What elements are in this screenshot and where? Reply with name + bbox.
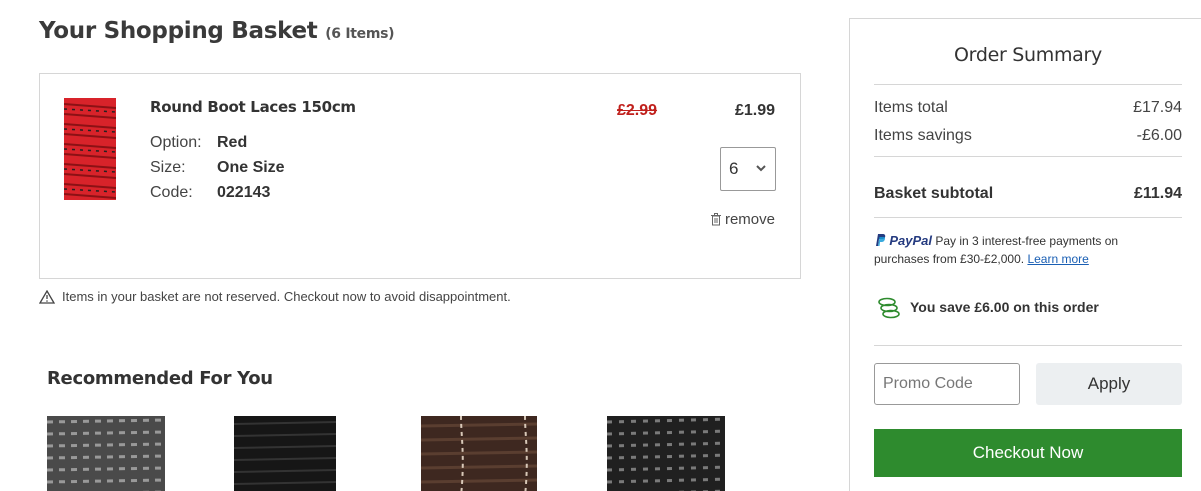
basket-item-card: Round Boot Laces 150cm Option: Red Size:… bbox=[39, 73, 801, 279]
divider bbox=[874, 345, 1182, 346]
paypal-icon bbox=[876, 234, 886, 246]
paypal-logo-text: PayPal bbox=[889, 233, 932, 248]
checkout-now-button[interactable]: Checkout Now bbox=[874, 429, 1182, 477]
attr-size: Size: One Size bbox=[150, 155, 285, 180]
sale-price: £1.99 bbox=[734, 102, 775, 119]
order-summary-title: Order Summary bbox=[954, 44, 1102, 66]
remove-button[interactable]: remove bbox=[710, 211, 775, 228]
reservation-notice: Items in your basket are not reserved. C… bbox=[39, 289, 511, 304]
basket-subtotal-row: Basket subtotal £11.94 bbox=[874, 185, 1182, 203]
divider bbox=[874, 84, 1182, 85]
lace-brown-image bbox=[421, 416, 538, 491]
product-name[interactable]: Round Boot Laces 150cm bbox=[150, 98, 356, 116]
coins-icon bbox=[878, 297, 900, 319]
items-total-label: Items total bbox=[874, 99, 948, 116]
attr-label: Code: bbox=[150, 184, 193, 201]
product-attributes: Option: Red Size: One Size Code: 022143 bbox=[150, 130, 285, 205]
recommended-item-lace-black-grey[interactable] bbox=[607, 416, 725, 491]
lace-black-grey-image bbox=[607, 416, 725, 491]
attr-label: Option: bbox=[150, 134, 202, 151]
paypal-learn-more-link[interactable]: Learn more bbox=[1027, 252, 1088, 266]
quantity-select[interactable]: 6 bbox=[720, 147, 776, 191]
basket-subtotal-value: £11.94 bbox=[1133, 185, 1182, 202]
basket-title: Your Shopping Basket (6 Items) bbox=[39, 18, 395, 44]
recommended-item-lace-brown[interactable] bbox=[421, 416, 539, 491]
attr-value: One Size bbox=[217, 159, 285, 176]
items-savings-row: Items savings -£6.00 bbox=[874, 127, 1182, 145]
attr-label: Size: bbox=[150, 159, 186, 176]
promo-code-input[interactable] bbox=[874, 363, 1020, 405]
items-total-value: £17.94 bbox=[1133, 99, 1182, 116]
attr-value: 022143 bbox=[217, 184, 271, 201]
items-total-row: Items total £17.94 bbox=[874, 99, 1182, 117]
basket-item-count: (6 Items) bbox=[325, 26, 395, 42]
lace-grey-image bbox=[47, 416, 165, 491]
remove-label: remove bbox=[724, 211, 775, 228]
savings-message: You save £6.00 on this order bbox=[876, 295, 1099, 319]
chevron-down-icon bbox=[756, 165, 766, 172]
recommended-item-lace-black[interactable] bbox=[234, 416, 352, 491]
savings-text: You save £6.00 on this order bbox=[910, 299, 1099, 315]
divider bbox=[874, 156, 1182, 157]
recommended-item-lace-grey[interactable] bbox=[47, 416, 165, 491]
basket-subtotal-label: Basket subtotal bbox=[874, 185, 994, 202]
warning-icon bbox=[39, 289, 55, 304]
notice-text: Items in your basket are not reserved. C… bbox=[62, 289, 511, 304]
recommended-title: Recommended For You bbox=[47, 368, 273, 389]
lace-black-image bbox=[234, 416, 337, 491]
product-image[interactable] bbox=[64, 98, 116, 200]
apply-promo-button[interactable]: Apply bbox=[1036, 363, 1182, 405]
paypal-pay-in-3: PayPal Pay in 3 interest-free payments o… bbox=[874, 232, 1174, 268]
attr-code: Code: 022143 bbox=[150, 180, 285, 205]
original-price: £2.99 bbox=[617, 102, 658, 119]
attr-option: Option: Red bbox=[150, 130, 285, 155]
order-summary-panel: Order Summary Items total £17.94 Items s… bbox=[849, 18, 1201, 491]
divider bbox=[874, 217, 1182, 218]
items-savings-value: -£6.00 bbox=[1136, 127, 1182, 144]
basket-title-text: Your Shopping Basket bbox=[39, 18, 318, 44]
trash-icon bbox=[710, 213, 721, 226]
items-savings-label: Items savings bbox=[874, 127, 972, 144]
attr-value: Red bbox=[217, 134, 248, 151]
quantity-value: 6 bbox=[729, 159, 739, 178]
